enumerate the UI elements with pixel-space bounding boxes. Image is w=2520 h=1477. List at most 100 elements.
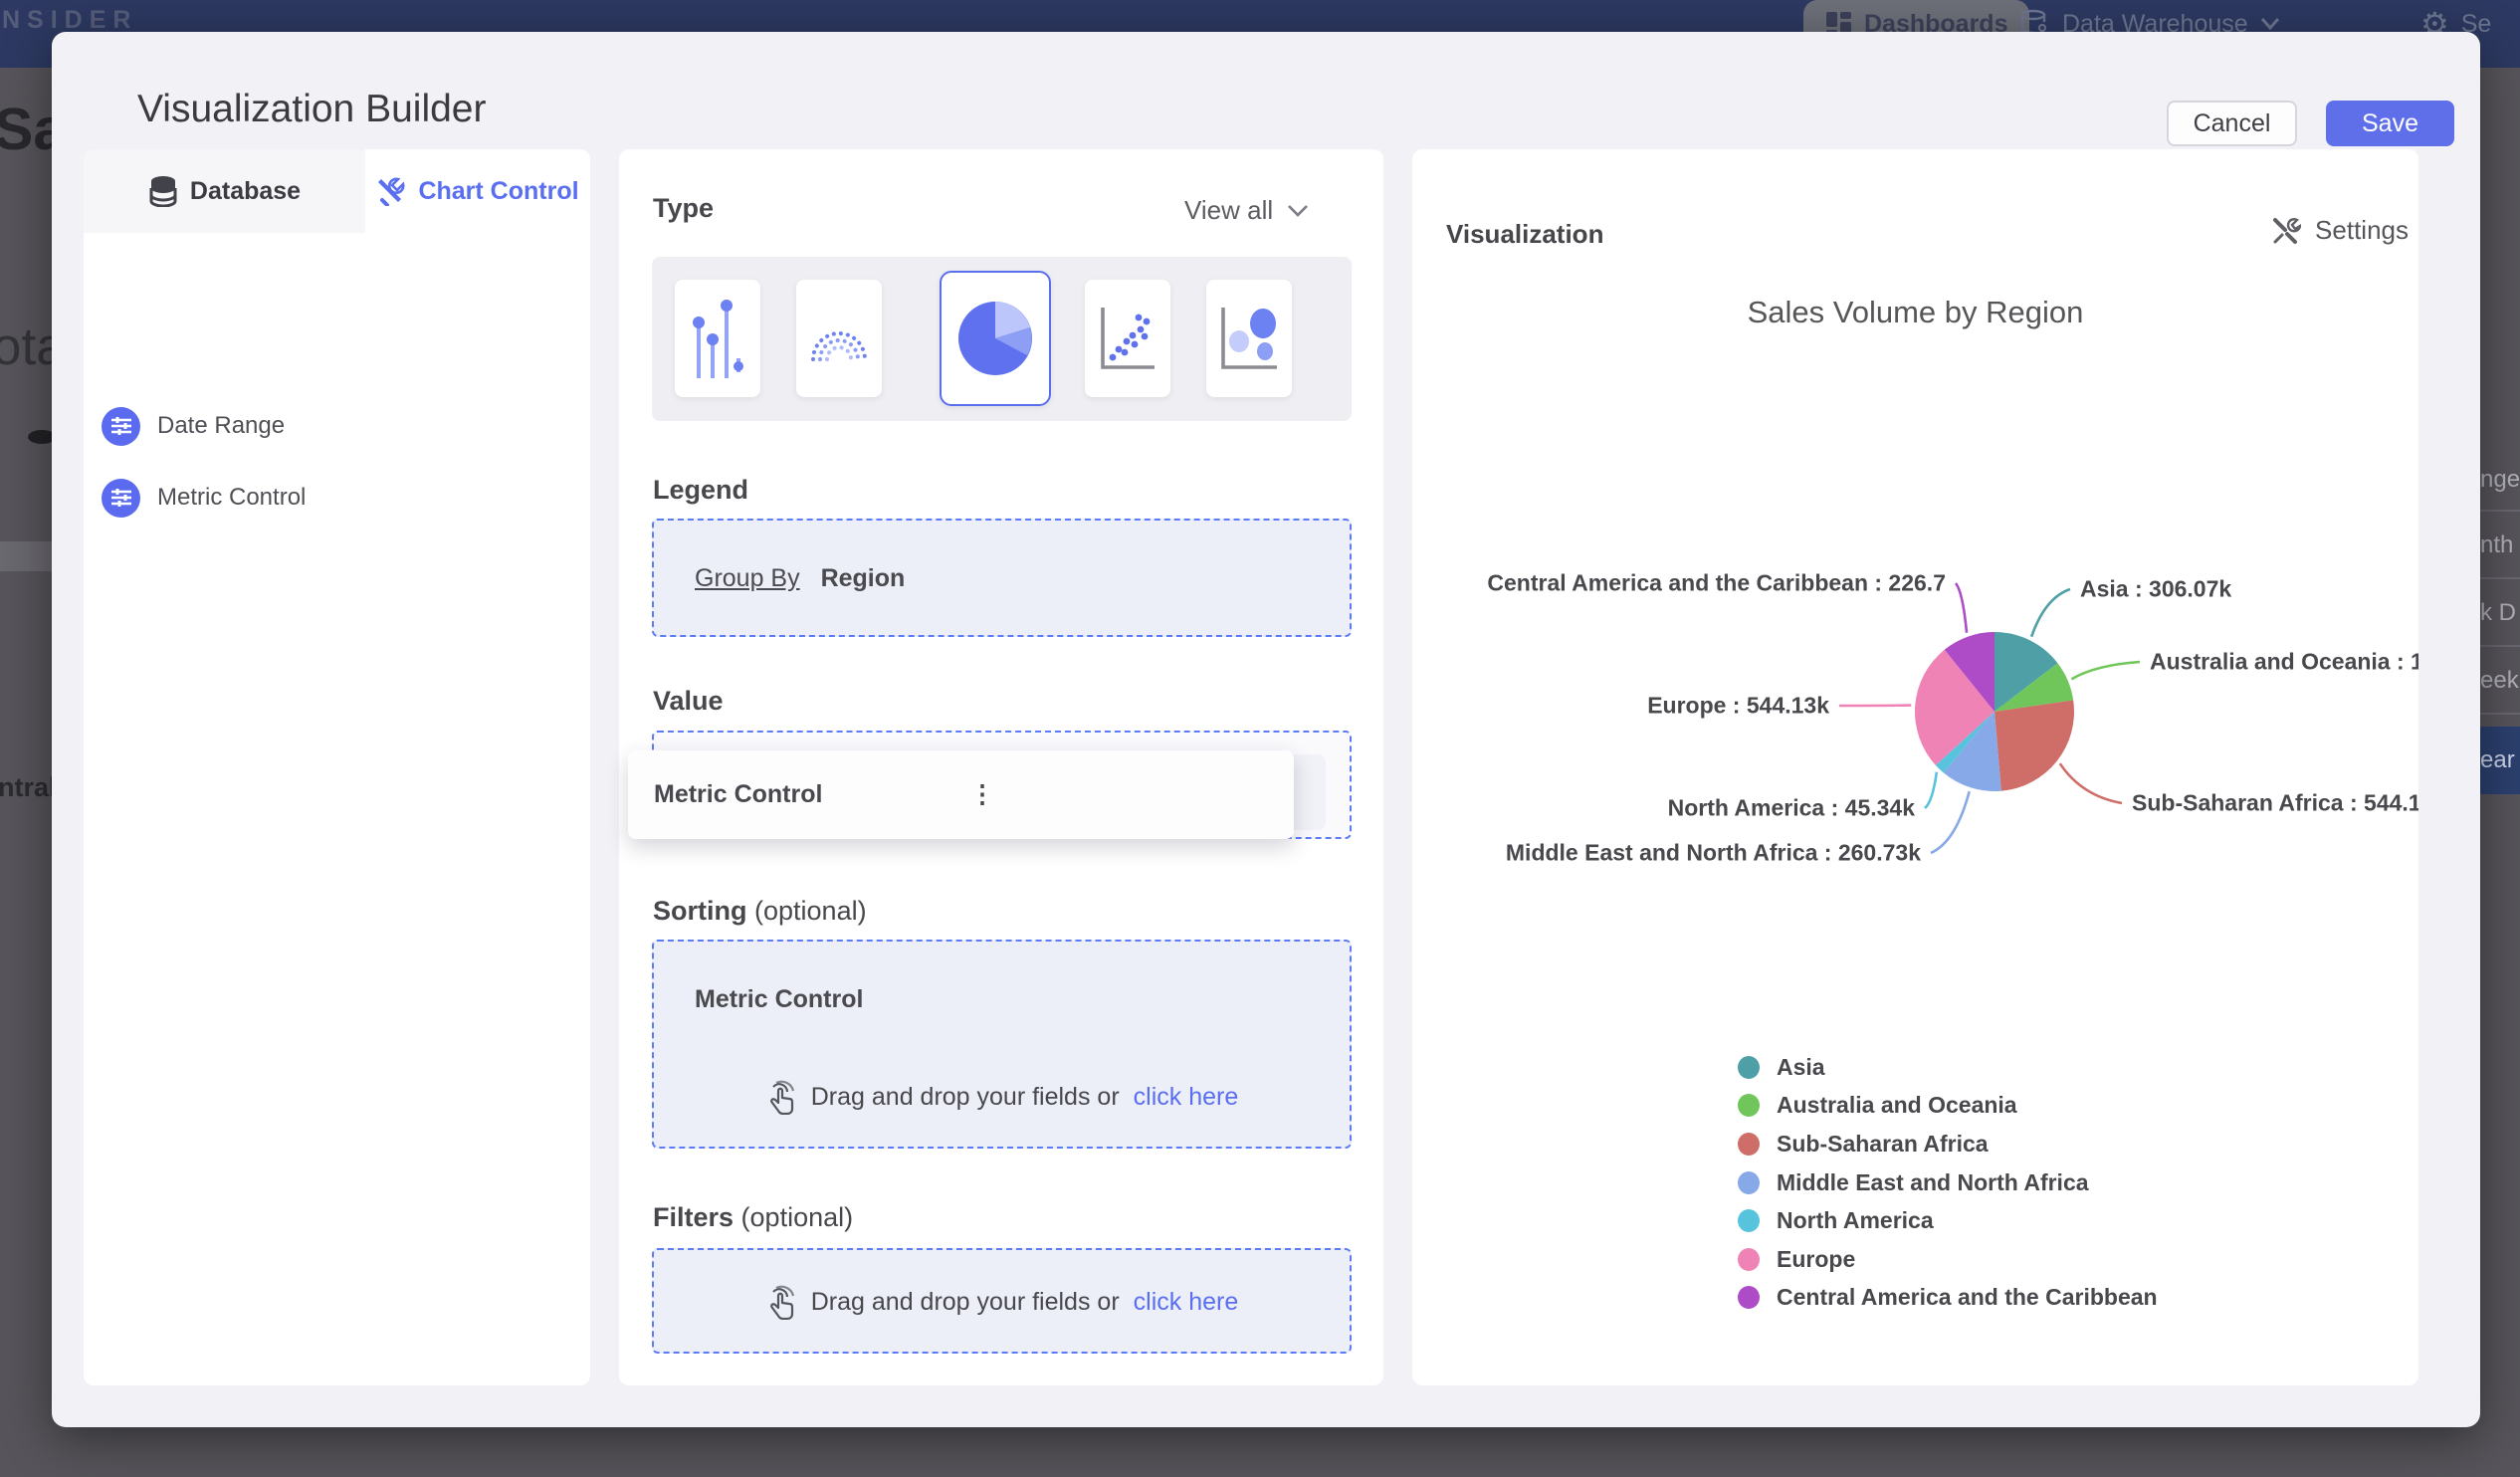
pie-label-1: Australia and Oceania : 170.04k (2150, 648, 2418, 675)
tools-settings-icon (2273, 217, 2302, 244)
divider (2480, 510, 2520, 512)
legend-section-title: Legend (653, 475, 749, 505)
app-logo: NSIDER (2, 6, 138, 34)
chevron-down-icon (1288, 204, 1309, 217)
chart-type-scatter[interactable] (1085, 280, 1170, 397)
chevron-down-icon (2260, 18, 2279, 31)
bg-menu-item-weekday: k D (2480, 599, 2516, 626)
value-chip-dragging[interactable]: Metric Control ⋮ (628, 750, 1294, 839)
visualization-panel-title: Visualization (1446, 219, 1604, 249)
legend-item-5[interactable]: Europe (1738, 1240, 2158, 1279)
sidebar-item-label: Date Range (157, 412, 286, 439)
bg-menu-item-week: eek (2480, 667, 2519, 694)
pie-leader-line (2070, 660, 2141, 681)
pie-label-3: Middle East and North Africa : 260.73k (1505, 839, 1921, 866)
database-icon (149, 176, 177, 207)
bubble-chart-icon (1221, 308, 1277, 369)
legend-label: Middle East and North Africa (1777, 1168, 2089, 1195)
legend-label: Australia and Oceania (1777, 1092, 2017, 1119)
chart-type-arc[interactable] (796, 280, 882, 397)
pie-leader-line (1930, 790, 1971, 855)
legend-dot (1738, 1055, 1760, 1079)
filters-section-title: Filters (optional) (653, 1202, 854, 1232)
legend-dot (1738, 1170, 1760, 1194)
sidebar-item-date-range[interactable]: Date Range (102, 398, 559, 454)
bg-menu-item-year: ear (2480, 746, 2515, 773)
modal-title: Visualization Builder (137, 88, 487, 130)
group-by-value: Region (820, 564, 906, 592)
divider (2480, 713, 2520, 715)
sorting-section-title: Sorting (optional) (653, 896, 867, 926)
chart-type-pie-selected[interactable] (940, 271, 1051, 406)
legend-item-4[interactable]: North America (1738, 1201, 2158, 1240)
tune-icon (102, 478, 140, 518)
pie-label-5: Europe : 544.13k (1647, 692, 1829, 719)
chart-type-bubble[interactable] (1206, 280, 1292, 397)
pie-leader-line (2058, 762, 2123, 805)
pie-label-4: North America : 45.34k (1667, 794, 1915, 821)
visualization-panel: Visualization Settings Sales Volume by R… (1412, 149, 2418, 1385)
sorting-dropzone[interactable] (652, 940, 1352, 1149)
legend-item-3[interactable]: Middle East and North Africa (1738, 1163, 2158, 1202)
legend-dot (1738, 1209, 1760, 1233)
scatter-plot-icon (1101, 308, 1155, 369)
group-by-link[interactable]: Group By (695, 564, 800, 592)
pie-label-2: Sub-Saharan Africa : 544.13k (2132, 789, 2418, 816)
filters-dropzone-hint: Drag and drop your fields or click here (652, 1284, 1352, 1320)
pie-leader-line (2029, 587, 2071, 638)
save-button[interactable]: Save (2326, 101, 2454, 146)
type-section-title: Type (653, 193, 715, 223)
sidebar-item-metric-control[interactable]: Metric Control (102, 470, 559, 526)
chart-legend: Asia Australia and Oceania Sub-Saharan Afr… (1738, 1048, 2158, 1317)
left-panel: Database Chart Control Date Range Metric… (84, 149, 590, 1385)
pie-slice-2[interactable] (1995, 700, 2074, 791)
legend-label: Europe (1777, 1245, 1856, 1272)
bg-fragment-central: ntral (0, 772, 57, 802)
pie-label-6: Central America and the Caribbean : 226.… (1487, 569, 1946, 596)
kebab-menu-icon[interactable]: ⋮ (970, 782, 1261, 807)
legend-item-6[interactable]: Central America and the Caribbean (1738, 1279, 2158, 1318)
legend-dot (1738, 1286, 1760, 1310)
tab-chart-control[interactable]: Chart Control (365, 149, 590, 233)
legend-label: North America (1777, 1207, 1934, 1234)
click-here-link[interactable]: click here (1134, 1288, 1239, 1317)
screen: NSIDER Dashboards Data Warehouse ⚙ Se ot… (0, 0, 2520, 1477)
cancel-button[interactable]: Cancel (2167, 101, 2297, 146)
tune-icon (102, 406, 140, 446)
tab-database[interactable]: Database (84, 149, 365, 233)
pie-label-0: Asia : 306.07k (2080, 575, 2232, 602)
legend-label: Asia (1777, 1053, 1825, 1080)
legend-item-2[interactable]: Sub-Saharan Africa (1738, 1125, 2158, 1163)
arc-dot-chart-icon (811, 331, 867, 361)
legend-item-1[interactable]: Australia and Oceania (1738, 1087, 2158, 1126)
sorting-dropzone-hint: Drag and drop your fields or click here (652, 1079, 1352, 1115)
bg-band (0, 541, 52, 571)
click-here-link[interactable]: click here (1134, 1083, 1239, 1112)
legend-label: Sub-Saharan Africa (1777, 1130, 1989, 1157)
tab-chart-control-label: Chart Control (418, 176, 579, 205)
tap-hand-icon (769, 1080, 794, 1115)
chart-type-lollipop[interactable] (675, 280, 760, 397)
bg-menu-item-range: nge (2480, 466, 2520, 493)
lollipop-chart-icon (693, 300, 743, 378)
sidebar-item-label: Metric Control (157, 484, 307, 511)
legend-dot (1738, 1247, 1760, 1271)
legend-dot (1738, 1094, 1760, 1118)
hammer-wrench-icon (378, 177, 405, 206)
view-all-dropdown[interactable]: View all (1184, 195, 1383, 226)
divider (2480, 645, 2520, 647)
group-by-row: Group By Region (695, 564, 905, 593)
chart-title: Sales Volume by Region (1747, 295, 2084, 329)
divider (2480, 577, 2520, 579)
visualization-builder-modal: Visualization Builder Cancel Save Databa… (52, 32, 2480, 1427)
tap-hand-icon (769, 1285, 794, 1320)
bg-menu-item-month: nth (2480, 531, 2514, 558)
value-section-title: Value (653, 686, 724, 716)
pie-leader-line (1954, 582, 1969, 633)
legend-item-0[interactable]: Asia (1738, 1048, 2158, 1087)
pie-chart-icon (958, 302, 1032, 375)
chart-settings-button[interactable]: Settings (2271, 215, 2409, 246)
sorting-chip[interactable]: Metric Control (695, 985, 863, 1014)
legend-label: Central America and the Caribbean (1777, 1284, 2158, 1311)
tab-database-label: Database (189, 176, 302, 205)
